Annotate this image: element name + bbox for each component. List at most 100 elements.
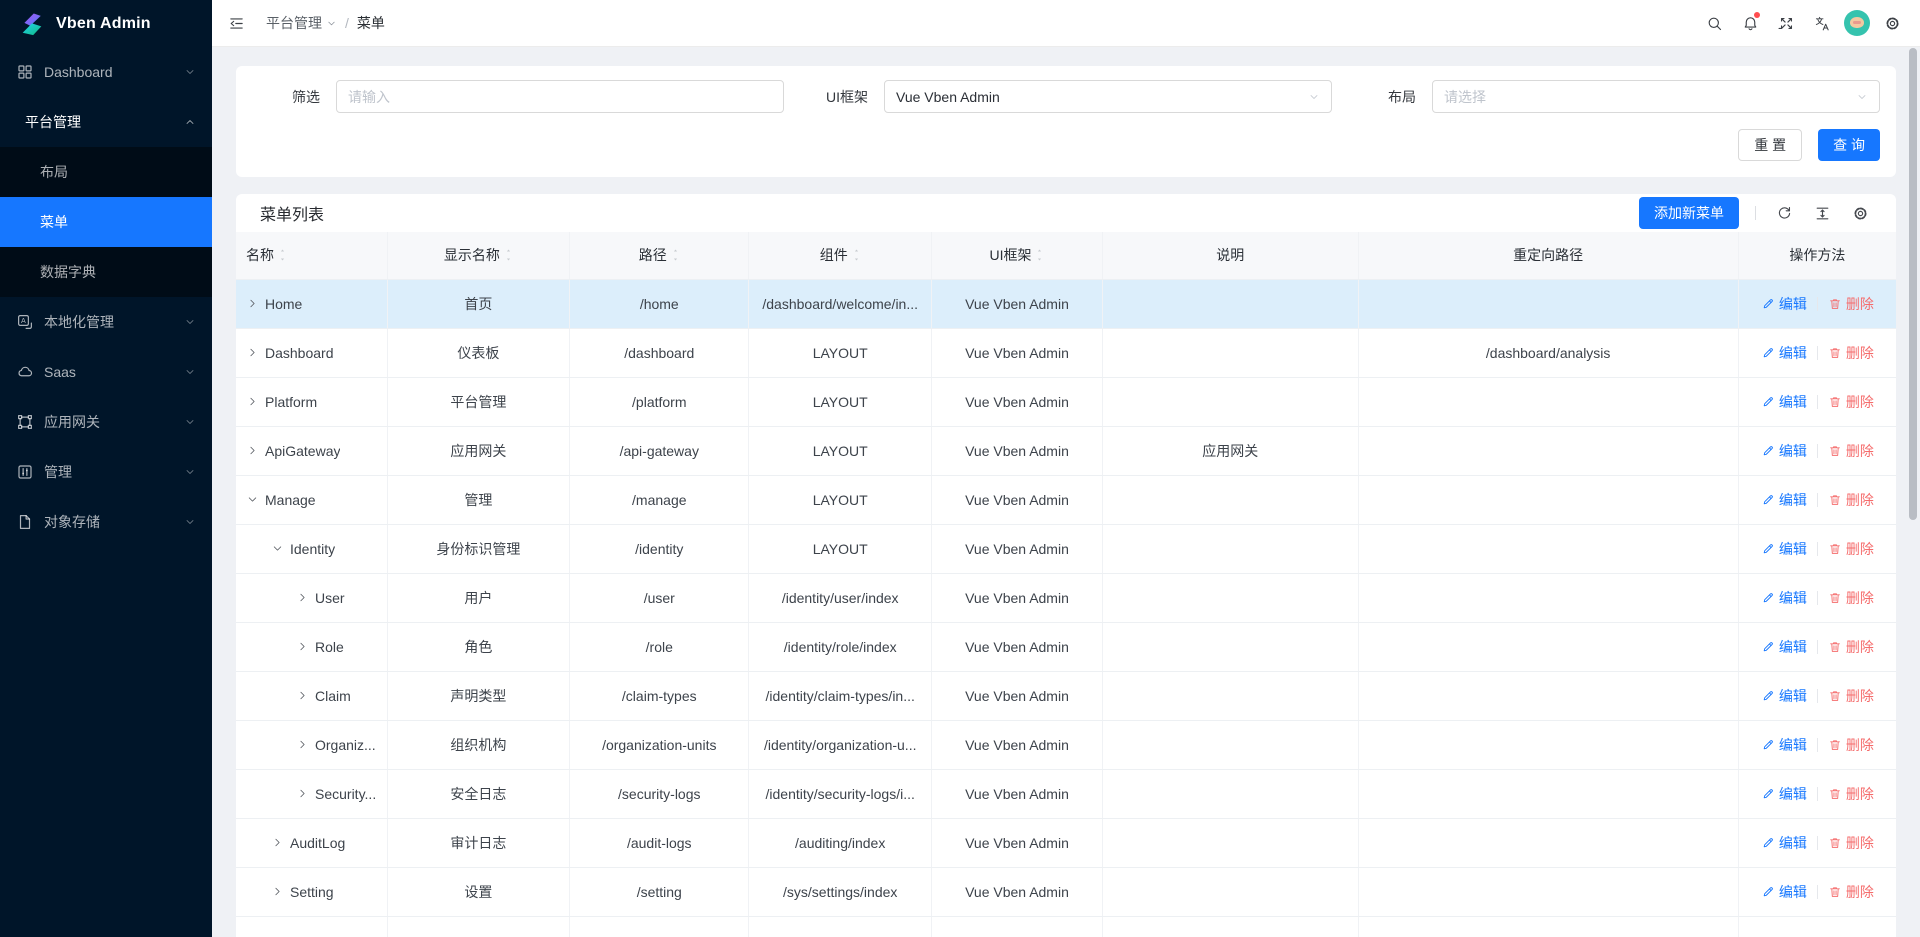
- user-avatar[interactable]: [1844, 10, 1870, 36]
- breadcrumb: 平台管理 / 菜单: [266, 13, 385, 33]
- table-row[interactable]: Organiz...组织机构/organization-units/identi…: [236, 720, 1896, 769]
- row-expand-right-icon[interactable]: [296, 787, 309, 800]
- edit-link[interactable]: 编辑: [1761, 441, 1807, 461]
- table-row[interactable]: Security...安全日志/security-logs/identity/s…: [236, 769, 1896, 818]
- sidebar-item-gateway[interactable]: 应用网关: [0, 397, 212, 447]
- row-expand-right-icon[interactable]: [271, 885, 284, 898]
- row-expand-down-icon[interactable]: [246, 493, 259, 506]
- table-row[interactable]: Home首页/home/dashboard/welcome/in...Vue V…: [236, 279, 1896, 328]
- delete-link[interactable]: 删除: [1828, 686, 1874, 706]
- breadcrumb-separator: /: [345, 15, 349, 31]
- row-expand-right-icon[interactable]: [296, 689, 309, 702]
- sort-control[interactable]: [1035, 248, 1044, 262]
- table-row[interactable]: Dashboard仪表板/dashboardLAYOUTVue Vben Adm…: [236, 328, 1896, 377]
- table-row[interactable]: Role角色/role/identity/role/indexVue Vben …: [236, 622, 1896, 671]
- table-row[interactable]: User用户/user/identity/user/indexVue Vben …: [236, 573, 1896, 622]
- delete-link[interactable]: 删除: [1828, 637, 1874, 657]
- sort-control[interactable]: [504, 248, 513, 262]
- sidebar-item-saas[interactable]: Saas: [0, 347, 212, 397]
- edit-link[interactable]: 编辑: [1761, 539, 1807, 559]
- edit-link[interactable]: 编辑: [1761, 343, 1807, 363]
- settings-button[interactable]: [1878, 9, 1906, 37]
- edit-link[interactable]: 编辑: [1761, 735, 1807, 755]
- column-header[interactable]: UI框架: [932, 232, 1103, 279]
- breadcrumb-parent[interactable]: 平台管理: [266, 13, 337, 33]
- sort-control[interactable]: [671, 248, 680, 262]
- delete-link[interactable]: 删除: [1828, 735, 1874, 755]
- sidebar-item-label: 本地化管理: [44, 312, 114, 332]
- ui-framework-select[interactable]: Vue Vben Admin: [884, 80, 1332, 113]
- column-header[interactable]: 名称: [236, 232, 387, 279]
- delete-link[interactable]: 删除: [1828, 784, 1874, 804]
- search-button[interactable]: [1700, 9, 1728, 37]
- row-expand-right-icon[interactable]: [246, 395, 259, 408]
- scrollbar-thumb[interactable]: [1909, 48, 1917, 520]
- column-header[interactable]: 组件: [749, 232, 932, 279]
- delete-label: 删除: [1846, 637, 1874, 657]
- edit-link[interactable]: 编辑: [1761, 784, 1807, 804]
- delete-link[interactable]: 删除: [1828, 588, 1874, 608]
- content-scrollbar[interactable]: [1908, 48, 1918, 937]
- row-height-button[interactable]: [1810, 201, 1834, 225]
- delete-link[interactable]: 删除: [1828, 539, 1874, 559]
- table-row[interactable]: Setting设置/setting/sys/settings/indexVue …: [236, 867, 1896, 916]
- edit-link[interactable]: 编辑: [1761, 686, 1807, 706]
- edit-link[interactable]: 编辑: [1761, 833, 1807, 853]
- delete-link[interactable]: 删除: [1828, 441, 1874, 461]
- delete-link[interactable]: 删除: [1828, 833, 1874, 853]
- sidebar-item-dashboard[interactable]: Dashboard: [0, 47, 212, 97]
- layout-select[interactable]: 请选择: [1432, 80, 1880, 113]
- table-row[interactable]: Platform平台管理/platformLAYOUTVue Vben Admi…: [236, 377, 1896, 426]
- sidebar-item-storage[interactable]: 对象存储: [0, 497, 212, 547]
- fullscreen-button[interactable]: [1772, 9, 1800, 37]
- column-settings-button[interactable]: [1848, 201, 1872, 225]
- sidebar-item-manage[interactable]: 管理: [0, 447, 212, 497]
- table-row[interactable]: ApiGateway应用网关/api-gatewayLAYOUTVue Vben…: [236, 426, 1896, 475]
- add-menu-button[interactable]: 添加新菜单: [1639, 197, 1739, 229]
- delete-link[interactable]: 删除: [1828, 882, 1874, 902]
- row-expand-right-icon[interactable]: [296, 591, 309, 604]
- row-expand-right-icon[interactable]: [296, 738, 309, 751]
- notifications-button[interactable]: [1736, 9, 1764, 37]
- sidebar-item-layout[interactable]: 布局: [0, 147, 212, 197]
- sidebar-item-localization[interactable]: A本地化管理: [0, 297, 212, 347]
- row-description: 应用网关: [1202, 443, 1258, 459]
- edit-link[interactable]: 编辑: [1761, 882, 1807, 902]
- reset-button[interactable]: 重 置: [1738, 129, 1802, 161]
- refresh-button[interactable]: [1772, 201, 1796, 225]
- table-row[interactable]: AuditLog审计日志/audit-logs/auditing/indexVu…: [236, 818, 1896, 867]
- delete-link[interactable]: 删除: [1828, 294, 1874, 314]
- edit-link[interactable]: 编辑: [1761, 392, 1807, 412]
- edit-link[interactable]: 编辑: [1761, 294, 1807, 314]
- table-row[interactable]: Claim声明类型/claim-types/identity/claim-typ…: [236, 671, 1896, 720]
- row-expand-down-icon[interactable]: [271, 542, 284, 555]
- edit-link[interactable]: 编辑: [1761, 588, 1807, 608]
- edit-link[interactable]: 编辑: [1761, 490, 1807, 510]
- query-button[interactable]: 查 询: [1818, 129, 1880, 161]
- edit-link[interactable]: 编辑: [1761, 637, 1807, 657]
- sidebar-item-menu[interactable]: 菜单: [0, 197, 212, 247]
- refresh-icon: [1776, 205, 1793, 222]
- sidebar-collapse-button[interactable]: [222, 9, 250, 37]
- row-expand-right-icon[interactable]: [296, 640, 309, 653]
- row-expand-right-icon[interactable]: [246, 444, 259, 457]
- row-expand-right-icon[interactable]: [271, 836, 284, 849]
- delete-link[interactable]: 删除: [1828, 490, 1874, 510]
- row-display-name: 角色: [464, 639, 492, 655]
- sort-control[interactable]: [278, 248, 287, 262]
- filter-keyword-input[interactable]: [336, 80, 784, 113]
- row-expand-right-icon[interactable]: [246, 297, 259, 310]
- app-logo[interactable]: Vben Admin: [0, 0, 212, 47]
- table-row[interactable]: Identity身份标识管理/identityLAYOUTVue Vben Ad…: [236, 524, 1896, 573]
- table-row[interactable]: Manage管理/manageLAYOUTVue Vben Admin编辑删除: [236, 475, 1896, 524]
- delete-link[interactable]: 删除: [1828, 343, 1874, 363]
- sidebar-item-platform[interactable]: 平台管理: [0, 97, 212, 147]
- column-header[interactable]: 路径: [570, 232, 749, 279]
- row-expand-right-icon[interactable]: [246, 346, 259, 359]
- delete-link[interactable]: 删除: [1828, 392, 1874, 412]
- language-button[interactable]: 文: [1808, 9, 1836, 37]
- sort-control[interactable]: [852, 248, 861, 262]
- column-header[interactable]: 显示名称: [387, 232, 570, 279]
- sidebar-item-dictionary[interactable]: 数据字典: [0, 247, 212, 297]
- row-name: Organiz...: [315, 737, 376, 753]
